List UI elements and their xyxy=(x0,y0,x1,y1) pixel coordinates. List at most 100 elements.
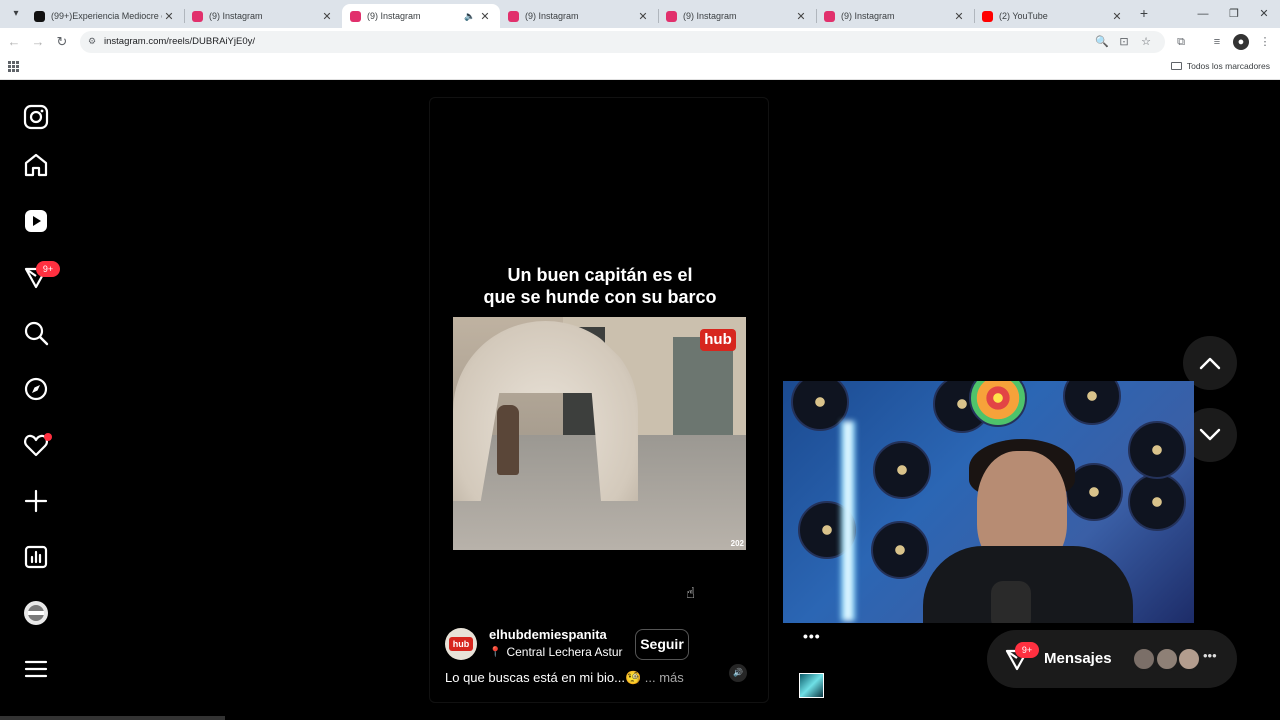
search-icon[interactable] xyxy=(22,319,50,347)
bookmark-star-icon[interactable]: ☆ xyxy=(1138,34,1154,50)
close-tab-icon[interactable]: ✕ xyxy=(1110,10,1124,23)
reel-video-frame[interactable]: hub 202 xyxy=(453,317,746,550)
create-plus-icon[interactable] xyxy=(22,487,50,515)
url-text[interactable]: instagram.com/reels/DUBRAiYjE0y/ xyxy=(104,31,255,53)
tiktok-favicon-icon xyxy=(34,10,45,22)
author-username[interactable]: elhubdemiespanita xyxy=(489,627,607,642)
neon-light xyxy=(841,421,855,621)
chevron-down-icon xyxy=(1199,428,1221,441)
instagram-logo-icon[interactable] xyxy=(22,103,50,131)
profile-avatar-icon[interactable] xyxy=(22,599,50,627)
reel-location[interactable]: 📍 Central Lechera Astur xyxy=(489,645,623,659)
back-icon[interactable]: ← xyxy=(6,34,22,50)
vinyl-record xyxy=(1063,381,1121,425)
author-avatar[interactable]: hub xyxy=(445,628,477,660)
reel-player[interactable]: Un buen capitán es el que se hunde con s… xyxy=(429,97,769,703)
tab-title: (99+)Experiencia Mediocre en ... xyxy=(51,11,162,21)
instagram-favicon-icon xyxy=(508,10,519,22)
browser-chrome: ▾ (99+)Experiencia Mediocre en ... ✕ (9)… xyxy=(0,0,1280,80)
reload-icon[interactable]: ↻ xyxy=(54,34,70,50)
volume-icon[interactable]: 🔊 xyxy=(729,664,747,682)
close-window-icon[interactable]: ✕ xyxy=(1254,6,1274,22)
video-window xyxy=(673,337,733,435)
bookmarks-bar: Todos los marcadores xyxy=(0,56,1280,80)
tab-7[interactable]: (2) YouTube ✕ xyxy=(974,4,1132,28)
speaker-icon[interactable]: 🔈 xyxy=(464,11,478,22)
webcam-overlay xyxy=(783,381,1194,623)
site-info-icon[interactable]: ⚙ xyxy=(88,36,96,47)
audio-thumbnail[interactable] xyxy=(799,673,824,698)
tab-6[interactable]: (9) Instagram ✕ xyxy=(816,4,974,28)
restore-icon[interactable]: ❐ xyxy=(1224,6,1244,22)
scrollbar[interactable] xyxy=(0,716,225,720)
new-tab-button[interactable]: + xyxy=(1136,6,1152,22)
description-text: Lo que buscas está en mi bio...🧐 xyxy=(445,670,642,685)
dashboard-chart-icon[interactable] xyxy=(22,543,50,571)
tab-title: (9) Instagram xyxy=(525,11,579,21)
reel-overlay-text: Un buen capitán es el que se hunde con s… xyxy=(430,264,770,308)
chevron-up-icon xyxy=(1199,357,1221,370)
extensions-icon[interactable]: ⧉ xyxy=(1173,34,1189,50)
tab-title: (9) Instagram xyxy=(841,11,895,21)
instagram-favicon-icon xyxy=(824,10,835,22)
tab-2[interactable]: (9) Instagram ✕ xyxy=(184,4,342,28)
minimize-icon[interactable]: — xyxy=(1193,6,1213,22)
vinyl-record xyxy=(1128,473,1186,531)
close-tab-icon[interactable]: ✕ xyxy=(636,10,650,23)
tab-3-active[interactable]: (9) Instagram 🔈 ✕ xyxy=(342,4,500,28)
vinyl-record xyxy=(873,441,931,499)
media-control-icon[interactable]: ≡ xyxy=(1209,34,1225,50)
tab-4[interactable]: (9) Instagram ✕ xyxy=(500,4,658,28)
tab-1[interactable]: (99+)Experiencia Mediocre en ... ✕ xyxy=(26,4,184,28)
youtube-favicon-icon xyxy=(982,10,993,22)
zoom-icon[interactable]: 🔍 xyxy=(1094,34,1110,50)
avatar-logo-text: hub xyxy=(449,637,473,651)
reels-icon[interactable] xyxy=(22,207,50,235)
instagram-page: 9+ Un buen capitán es el que se hunde co… xyxy=(0,81,1280,720)
explore-compass-icon[interactable] xyxy=(22,375,50,403)
tab-title: (9) Instagram xyxy=(209,11,263,21)
close-tab-icon[interactable]: ✕ xyxy=(794,10,808,23)
address-bar[interactable]: ⚙ instagram.com/reels/DUBRAiYjE0y/ 🔍 ⊡ ☆ xyxy=(80,31,1165,53)
close-tab-icon[interactable]: ✕ xyxy=(162,10,176,23)
messages-badge: 9+ xyxy=(36,261,60,277)
messages-label: Mensajes xyxy=(1044,650,1112,667)
more-menu-icon[interactable] xyxy=(22,655,50,683)
tab-strip: ▾ (99+)Experiencia Mediocre en ... ✕ (9)… xyxy=(0,0,1280,28)
instagram-favicon-icon xyxy=(192,10,203,22)
vinyl-record xyxy=(1128,421,1186,479)
profile-avatar-icon[interactable]: ● xyxy=(1233,34,1249,50)
contact-avatar[interactable] xyxy=(1155,647,1179,671)
video-year: 202 xyxy=(730,539,744,548)
tab-5[interactable]: (9) Instagram ✕ xyxy=(658,4,816,28)
more-link[interactable]: ... más xyxy=(645,670,684,685)
tab-title: (9) Instagram xyxy=(367,11,421,21)
apps-grid-icon[interactable] xyxy=(8,61,19,72)
instagram-favicon-icon xyxy=(350,10,361,22)
install-app-icon[interactable]: ⊡ xyxy=(1116,34,1132,50)
home-icon[interactable] xyxy=(22,151,50,179)
location-pin-icon: 📍 xyxy=(489,646,502,658)
more-contacts-icon[interactable]: ••• xyxy=(1203,648,1217,663)
location-text: Central Lechera Astur xyxy=(506,645,623,659)
browser-toolbar: ← → ↻ ⚙ instagram.com/reels/DUBRAiYjE0y/… xyxy=(0,28,1280,56)
messages-bar[interactable]: 9+ Mensajes ••• xyxy=(987,630,1237,688)
tab-search-icon[interactable]: ▾ xyxy=(8,6,24,22)
reel-description: Lo que buscas está en mi bio...🧐 ... más xyxy=(445,670,684,686)
all-bookmarks-button[interactable]: Todos los marcadores xyxy=(1170,61,1270,71)
close-tab-icon[interactable]: ✕ xyxy=(952,10,966,23)
menu-kebab-icon[interactable]: ⋮ xyxy=(1257,34,1273,50)
folder-icon xyxy=(1170,62,1182,70)
forward-icon[interactable]: → xyxy=(30,34,46,50)
tab-title: (9) Instagram xyxy=(683,11,737,21)
overlay-line-2: que se hunde con su barco xyxy=(483,287,717,307)
contact-avatar[interactable] xyxy=(1132,647,1156,671)
follow-button[interactable]: Seguir xyxy=(635,629,689,660)
contact-avatar[interactable] xyxy=(1177,647,1201,671)
instagram-sidebar: 9+ xyxy=(0,81,72,720)
more-options-icon[interactable]: ••• xyxy=(803,628,821,644)
notification-dot xyxy=(44,433,52,441)
close-tab-icon[interactable]: ✕ xyxy=(478,10,492,23)
close-tab-icon[interactable]: ✕ xyxy=(320,10,334,23)
instagram-favicon-icon xyxy=(666,10,677,22)
